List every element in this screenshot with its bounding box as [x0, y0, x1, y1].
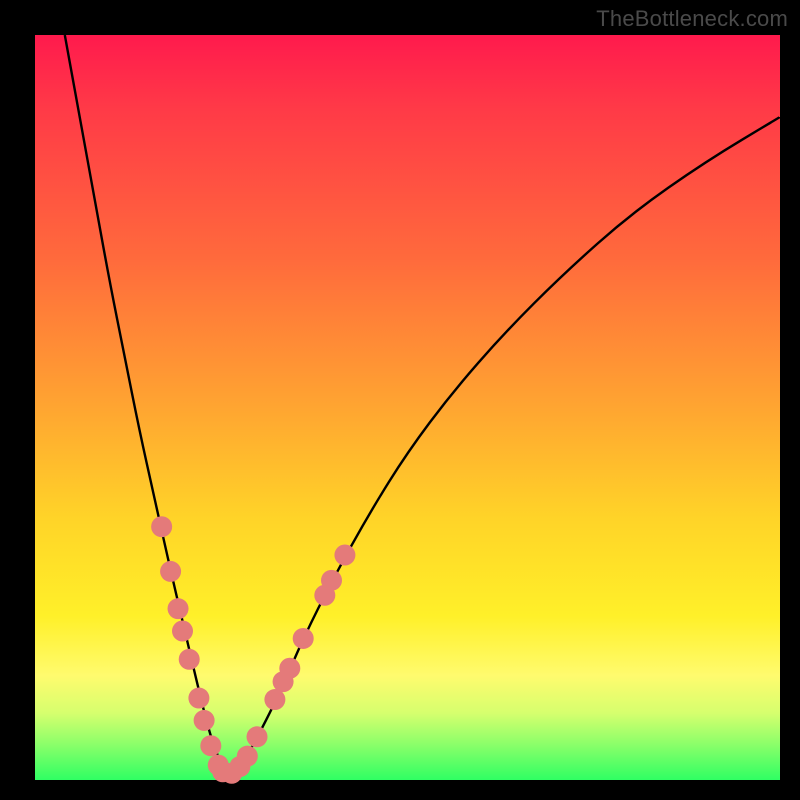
- data-marker: [321, 570, 342, 591]
- data-marker: [279, 658, 300, 679]
- data-marker: [264, 689, 285, 710]
- data-marker: [179, 649, 200, 670]
- data-marker: [151, 516, 172, 537]
- data-marker: [194, 710, 215, 731]
- data-marker: [168, 598, 189, 619]
- data-marker: [237, 746, 258, 767]
- chart-svg: [35, 35, 780, 780]
- plot-area: [35, 35, 780, 780]
- data-marker: [200, 735, 221, 756]
- data-marker: [160, 561, 181, 582]
- data-marker: [334, 545, 355, 566]
- data-marker: [293, 628, 314, 649]
- data-marker: [247, 726, 268, 747]
- bottleneck-curve: [65, 35, 780, 770]
- watermark-text: TheBottleneck.com: [596, 6, 788, 32]
- data-marker: [188, 688, 209, 709]
- chart-frame: TheBottleneck.com: [0, 0, 800, 800]
- data-marker: [172, 621, 193, 642]
